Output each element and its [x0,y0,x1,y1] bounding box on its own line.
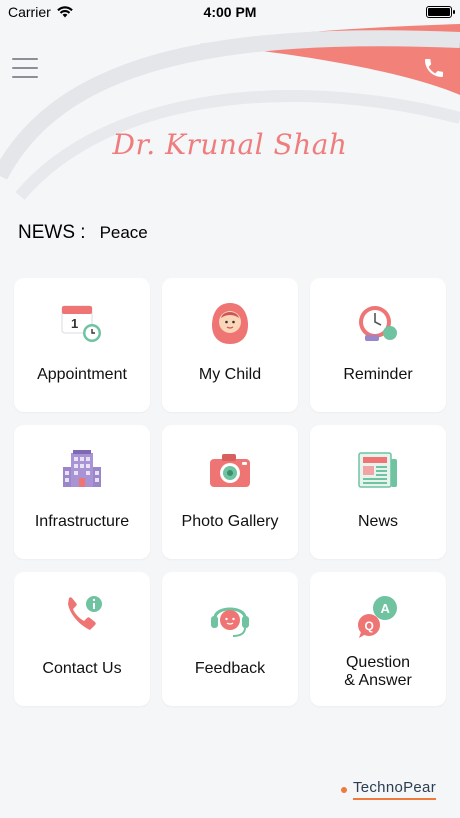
phone-info-icon [68,596,102,630]
svg-text:A: A [381,601,391,616]
alarm-clock-icon [359,306,397,341]
my-child-tile[interactable]: My Child [162,278,298,412]
calendar-clock-icon: 1 [61,305,101,342]
brand-dot-icon [340,786,347,793]
carrier-label: Carrier [8,4,51,20]
question-answer-label: Question & Answer [344,654,412,690]
status-bar: Carrier 4:00 PM [0,0,460,24]
photo-gallery-label: Photo Gallery [181,513,279,530]
feedback-tile[interactable]: Feedback [162,572,298,706]
status-left: Carrier [8,4,73,20]
appointment-tile[interactable]: 1 Appointment [14,278,150,412]
news-label: NEWS : [18,222,86,243]
header-wave-decoration [0,24,460,200]
news-ticker: NEWS : Peace [18,222,148,244]
news-text[interactable]: Peace [100,223,148,243]
reminder-label: Reminder [343,366,413,383]
news-tile[interactable]: News [310,425,446,559]
menu-grid: 1 Appointment My Child Reminder Infrastr… [14,278,446,706]
question-answer-label-line2: & Answer [344,672,412,689]
question-answer-tile[interactable]: A Q Question & Answer [310,572,446,706]
news-label-tile: News [357,513,398,530]
baby-icon [212,303,248,344]
footer-brand-text: TechnoPear [352,779,436,800]
infrastructure-tile[interactable]: Infrastructure [14,425,150,559]
infrastructure-label: Infrastructure [34,513,130,530]
question-answer-label-line1: Question [345,654,411,671]
contact-us-tile[interactable]: Contact Us [14,572,150,706]
my-child-label: My Child [198,366,262,383]
brand-logo-text: Dr. Krunal Shah [112,128,348,161]
footer-branding[interactable]: TechnoPear [340,779,436,800]
camera-icon [210,454,250,487]
appointment-label: Appointment [37,366,127,383]
svg-text:1: 1 [71,316,78,331]
svg-text:Q: Q [365,619,374,633]
battery-icon [426,6,455,18]
reminder-tile[interactable]: Reminder [310,278,446,412]
qa-chat-icon: A Q [358,596,397,638]
hamburger-menu-icon[interactable] [12,58,38,78]
newspaper-icon [358,452,397,488]
headset-support-icon [211,607,249,637]
feedback-label: Feedback [194,660,266,677]
contact-us-label: Contact Us [42,660,122,677]
photo-gallery-tile[interactable]: Photo Gallery [162,425,298,559]
phone-icon[interactable] [422,56,446,80]
building-icon [63,450,101,487]
wifi-icon [56,6,73,18]
